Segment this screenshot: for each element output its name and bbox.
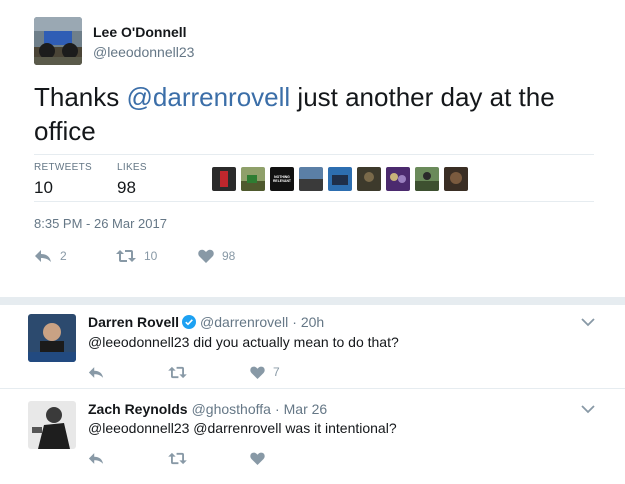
reply-separator: ·	[274, 401, 280, 417]
retweet-icon	[116, 250, 136, 262]
likes-value: 98	[117, 178, 136, 197]
reply-tweet[interactable]: Darren Rovell @darrenrovell · 20h @leeod…	[0, 305, 625, 389]
reply-author-name[interactable]: Darren Rovell	[88, 314, 179, 330]
like-count: 7	[273, 365, 280, 379]
like-count: 98	[222, 249, 236, 263]
author-name[interactable]: Lee O'Donnell	[93, 24, 187, 40]
reply-actions: 7	[88, 361, 348, 381]
retweets-label: RETWEETS	[34, 162, 92, 173]
liker-avatar[interactable]	[241, 167, 265, 191]
liker-avatar[interactable]: NOTHING RELEVANT	[270, 167, 294, 191]
author-avatar[interactable]	[34, 17, 82, 65]
reply-icon	[35, 250, 51, 262]
chevron-down-icon[interactable]	[581, 404, 595, 414]
reply-icon	[88, 366, 104, 378]
tweet-text: Thanks @darrenrovell just another day at…	[34, 80, 594, 148]
retweet-count: 10	[144, 249, 158, 263]
likes-label: LIKES	[117, 162, 147, 173]
tweet-mention-link[interactable]: @darrenrovell	[127, 82, 291, 112]
reply-tweet[interactable]: Zach Reynolds @ghosthoffa · Mar 26 @leeo…	[0, 390, 625, 484]
reply-avatar[interactable]	[28, 401, 76, 449]
tweet-text-prefix: Thanks	[34, 82, 127, 112]
tweet-stats: RETWEETS 10 LIKES 98 NOTHING RELEVANT	[34, 154, 594, 202]
chevron-down-icon[interactable]	[581, 317, 595, 327]
tweet-timestamp[interactable]: 8:35 PM - 26 Mar 2017	[34, 216, 167, 231]
reply-author-handle[interactable]: @ghosthoffa	[192, 401, 271, 417]
retweet-button[interactable]	[168, 447, 187, 469]
liker-avatar[interactable]	[212, 167, 236, 191]
reply-button[interactable]	[88, 447, 104, 469]
heart-icon	[198, 249, 214, 263]
retweets-stat[interactable]: RETWEETS 10	[34, 162, 92, 198]
liker-avatar[interactable]	[444, 167, 468, 191]
like-button[interactable]	[250, 447, 265, 469]
liker-avatar[interactable]	[299, 167, 323, 191]
retweet-icon	[168, 366, 187, 378]
reply-button[interactable]	[88, 361, 104, 383]
liker-avatar[interactable]	[415, 167, 439, 191]
retweets-value: 10	[34, 178, 53, 197]
reply-header: Zach Reynolds @ghosthoffa · Mar 26	[88, 401, 327, 417]
reply-time[interactable]: Mar 26	[284, 401, 328, 417]
heart-icon	[250, 452, 265, 465]
reply-text: @leeodonnell23 did you actually mean to …	[88, 334, 399, 350]
reply-icon	[88, 452, 104, 464]
reply-header: Darren Rovell @darrenrovell · 20h	[88, 314, 324, 330]
section-divider	[0, 297, 625, 305]
liker-avatar[interactable]	[328, 167, 352, 191]
retweet-icon	[168, 452, 187, 464]
retweet-button[interactable]	[168, 361, 187, 383]
reply-separator: ·	[292, 314, 297, 330]
retweet-button[interactable]: 10	[116, 245, 157, 267]
main-tweet: Lee O'Donnell @leeodonnell23 Thanks @dar…	[0, 0, 625, 297]
likes-stat[interactable]: LIKES 98	[117, 162, 147, 198]
heart-icon	[250, 366, 265, 379]
like-button[interactable]: 7	[250, 361, 280, 383]
reply-button[interactable]: 2	[34, 245, 67, 267]
verified-badge-icon	[182, 315, 197, 329]
reply-avatar[interactable]	[28, 314, 76, 362]
reply-author-handle[interactable]: @darrenrovell	[200, 314, 288, 330]
liker-avatar[interactable]	[386, 167, 410, 191]
reply-actions	[88, 447, 348, 467]
like-button[interactable]: 98	[198, 245, 235, 267]
reply-time[interactable]: 20h	[301, 314, 324, 330]
reply-count: 2	[60, 249, 67, 263]
liker-avatar[interactable]	[357, 167, 381, 191]
svg-text:RELEVANT: RELEVANT	[273, 179, 292, 183]
reply-text: @leeodonnell23 @darrenrovell was it inte…	[88, 420, 397, 436]
reply-author-name[interactable]: Zach Reynolds	[88, 401, 188, 417]
author-handle[interactable]: @leeodonnell23	[93, 44, 194, 60]
